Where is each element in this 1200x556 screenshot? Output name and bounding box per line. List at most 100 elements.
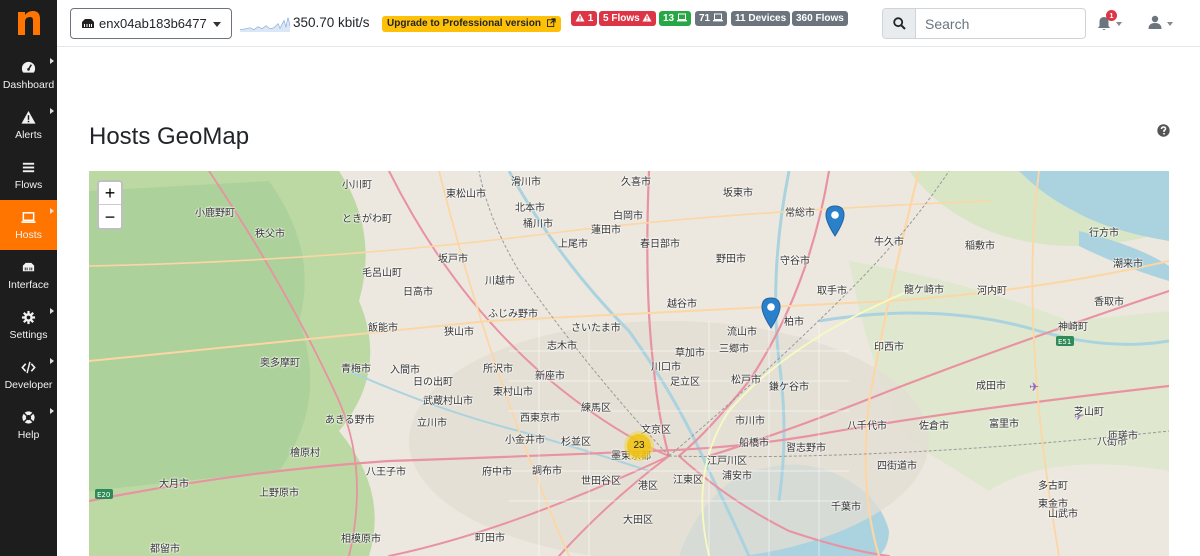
- city-label: 足立区: [670, 377, 700, 388]
- sidebar-item-dashboard[interactable]: Dashboard: [0, 50, 57, 100]
- search-button[interactable]: [883, 9, 916, 38]
- throughput-value: 350.70 kbit/s: [293, 15, 370, 30]
- sidebar-item-settings[interactable]: Settings: [0, 300, 57, 350]
- local-hosts-badge[interactable]: 13: [659, 11, 691, 26]
- sidebar-item-label: Flows: [14, 179, 43, 191]
- sidebar-item-help[interactable]: Help: [0, 400, 57, 450]
- alert-icon: [21, 110, 36, 125]
- city-label: 狭山市: [444, 327, 474, 338]
- city-label: 白岡市: [613, 211, 643, 222]
- sidebar-item-label: Alerts: [15, 129, 42, 141]
- city-label: 久喜市: [621, 177, 651, 188]
- devices-badge[interactable]: 11 Devices: [731, 11, 791, 26]
- city-label: 蓮田市: [591, 225, 621, 236]
- city-label: 坂東市: [723, 188, 753, 199]
- sidebar-item-interface[interactable]: Interface: [0, 250, 57, 300]
- expand-caret-icon: [50, 408, 54, 414]
- city-label: 船橋市: [739, 438, 769, 449]
- warning-icon: [575, 13, 585, 22]
- interface-name: enx04ab183b6477: [99, 16, 207, 31]
- flow-alerts-badge[interactable]: 5 Flows: [599, 11, 657, 26]
- ethernet-icon: [21, 260, 36, 275]
- laptop-icon: [21, 210, 36, 225]
- sidebar-item-label: Settings: [9, 329, 48, 341]
- city-label: 川越市: [485, 276, 515, 287]
- city-label: 青梅市: [341, 364, 371, 375]
- city-label: 川口市: [651, 362, 681, 373]
- gear-icon: [21, 310, 36, 325]
- city-label: 行方市: [1089, 228, 1119, 239]
- city-label: 浦安市: [722, 471, 752, 482]
- remote-hosts-count: 71: [699, 13, 711, 24]
- expand-caret-icon: [50, 308, 54, 314]
- host-location-marker[interactable]: [825, 205, 845, 237]
- city-label: 小川町: [342, 180, 372, 191]
- city-label: 小鹿野町: [195, 208, 235, 219]
- city-label: 山武市: [1048, 509, 1078, 520]
- search-input[interactable]: [917, 9, 1083, 38]
- city-label: 杉並区: [561, 437, 591, 448]
- city-label: 取手市: [817, 286, 847, 297]
- city-label: 秩父市: [255, 229, 285, 240]
- search-box: [882, 8, 1086, 39]
- sidebar-item-label: Interface: [8, 279, 49, 291]
- notifications-dropdown[interactable]: 1: [1097, 10, 1127, 34]
- hosts-geomap[interactable]: E20 E51 ✈ ✈ 滑川市 久喜市 坂東市 東松山市 北本市 白岡市 常総市 小川町 桶川市…: [89, 171, 1169, 556]
- chevron-down-icon: [1167, 22, 1173, 26]
- city-label: 市川市: [735, 416, 765, 427]
- interface-selector[interactable]: enx04ab183b6477: [70, 8, 232, 39]
- zoom-out-button[interactable]: −: [99, 205, 121, 228]
- city-label: 草加市: [675, 348, 705, 359]
- city-label: 日高市: [403, 287, 433, 298]
- city-label: 都留市: [150, 544, 180, 555]
- expand-caret-icon: [50, 358, 54, 364]
- city-label: 檜原村: [290, 448, 320, 459]
- city-label: 世田谷区: [581, 476, 621, 487]
- search-icon: [893, 17, 906, 30]
- user-menu[interactable]: [1148, 14, 1178, 34]
- notification-count: 1: [1106, 10, 1117, 21]
- city-label: 松戸市: [731, 375, 761, 386]
- city-label: 守谷市: [780, 256, 810, 267]
- city-label: 立川市: [417, 418, 447, 429]
- zoom-in-button[interactable]: +: [99, 182, 121, 205]
- city-label: 習志野市: [786, 443, 826, 454]
- city-label: 港区: [638, 481, 658, 492]
- user-icon: [1148, 15, 1162, 29]
- remote-hosts-badge[interactable]: 71: [695, 11, 727, 26]
- page-title: Hosts GeoMap: [89, 123, 250, 150]
- host-location-marker[interactable]: [761, 297, 781, 329]
- sidebar-item-alerts[interactable]: Alerts: [0, 100, 57, 150]
- city-label: 鎌ケ谷市: [769, 382, 809, 393]
- sidebar-item-flows[interactable]: Flows: [0, 150, 57, 200]
- city-label: 大田区: [623, 515, 653, 526]
- city-label: ときがわ町: [342, 214, 392, 225]
- ntopng-logo[interactable]: [14, 8, 44, 38]
- city-label: 上尾市: [558, 239, 588, 250]
- city-label: 坂戸市: [438, 254, 468, 265]
- expand-caret-icon: [50, 108, 54, 114]
- upgrade-link[interactable]: Upgrade to Professional version: [382, 16, 561, 32]
- flows-badge[interactable]: 360 Flows: [792, 11, 848, 26]
- city-label: 芝山町: [1074, 407, 1104, 418]
- ethernet-icon: [82, 19, 94, 28]
- city-label: 志木市: [547, 341, 577, 352]
- alerts-badge[interactable]: 1: [571, 11, 598, 26]
- city-label: 相模原市: [341, 534, 381, 545]
- life-ring-icon: [21, 410, 36, 425]
- city-label: 印西市: [874, 342, 904, 353]
- host-cluster-marker[interactable]: 23: [624, 431, 654, 461]
- city-label: さいたま市: [571, 323, 621, 334]
- city-label: 調布市: [532, 466, 562, 477]
- help-icon[interactable]: [1157, 124, 1170, 137]
- city-label: ふじみ野市: [488, 309, 538, 320]
- city-label: 潮来市: [1113, 259, 1143, 270]
- dashboard-icon: [21, 60, 36, 75]
- laptop-icon: [676, 13, 687, 22]
- svg-text:E20: E20: [97, 491, 110, 499]
- sidebar-item-hosts[interactable]: Hosts: [0, 200, 57, 250]
- code-icon: [21, 360, 36, 375]
- map-tiles: E20 E51 ✈ ✈: [89, 171, 1169, 556]
- sidebar-item-developer[interactable]: Developer: [0, 350, 57, 400]
- warning-icon: [642, 13, 652, 22]
